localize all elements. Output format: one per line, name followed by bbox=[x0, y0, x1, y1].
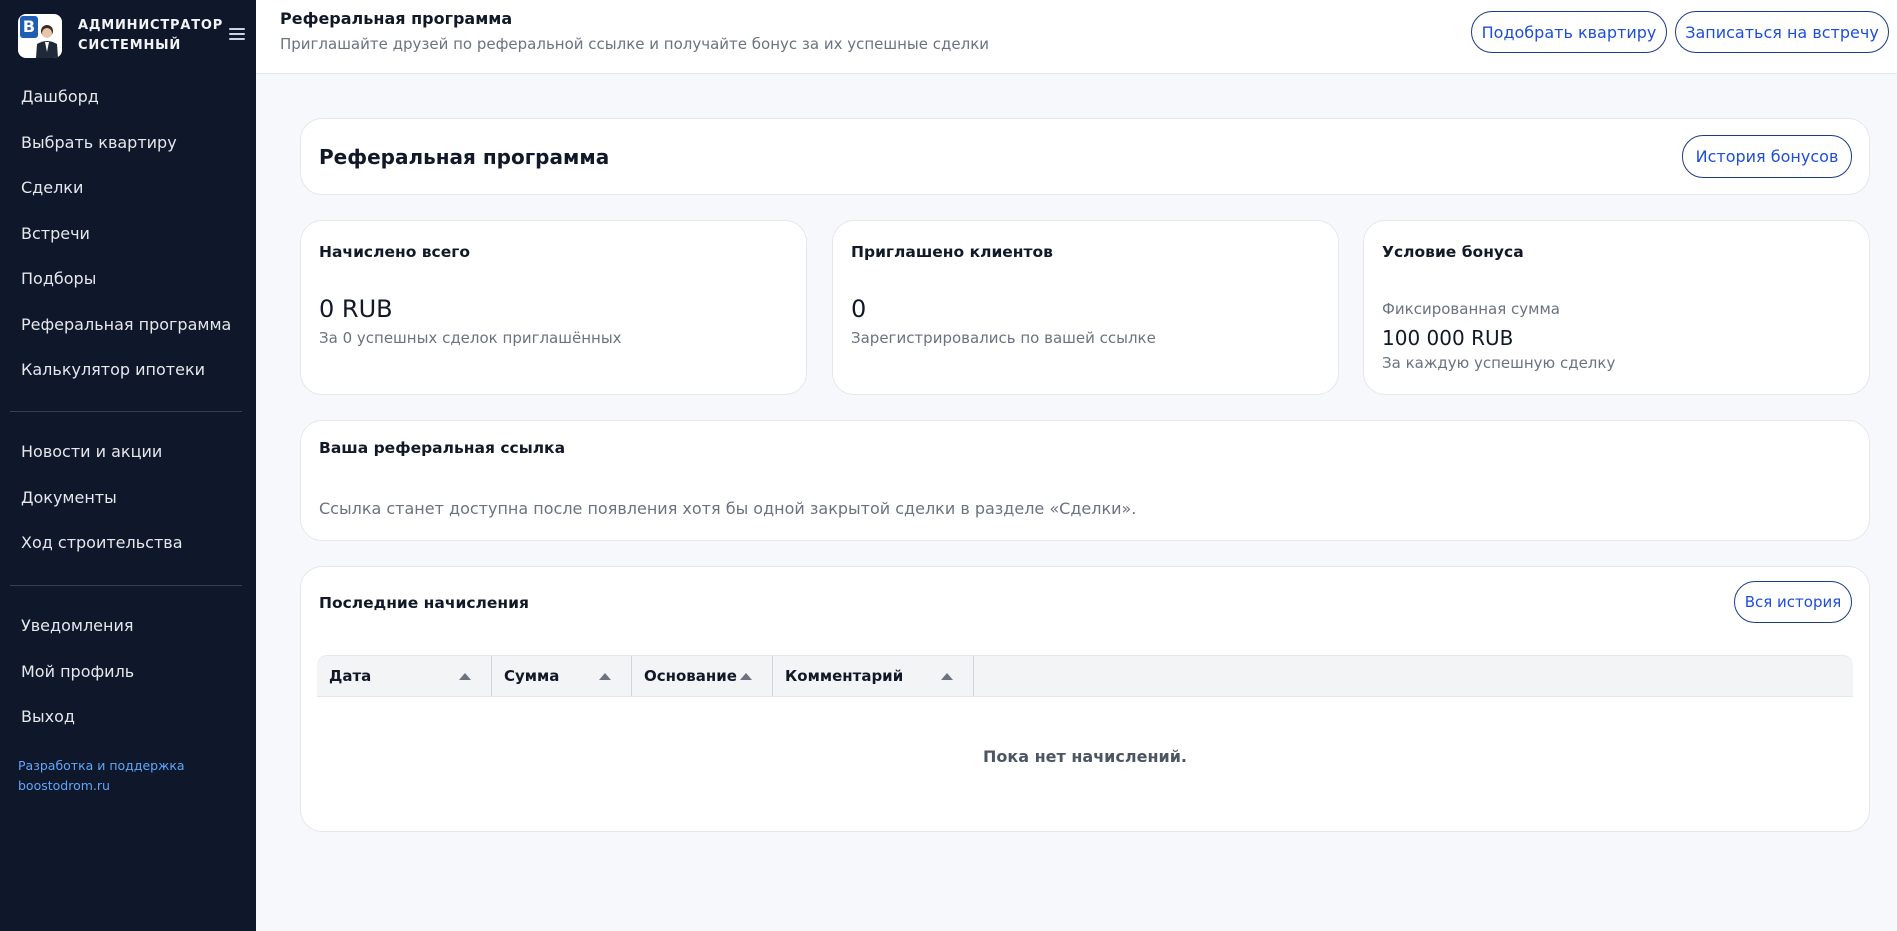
stat-note: За каждую успешную сделку bbox=[1382, 354, 1616, 372]
empty-state: Пока нет начислений. bbox=[982, 747, 1187, 766]
credits-link[interactable]: boostodrom.ru bbox=[18, 776, 185, 796]
user-name: АДМИНИСТРАТОР СИСТЕМНЫЙ bbox=[78, 18, 224, 53]
nav-logout[interactable]: Выход bbox=[0, 694, 256, 740]
pick-apartment-button[interactable]: Подобрать квартиру bbox=[1471, 11, 1667, 53]
table-header: Дата Сумма Основание Комментарий bbox=[317, 655, 1853, 697]
sort-asc-icon bbox=[599, 673, 611, 680]
stat-card-condition: Условие бонуса Фиксированная сумма 100 0… bbox=[1363, 220, 1870, 395]
recent-accruals-card: Последние начисления Вся история Дата Су… bbox=[300, 566, 1870, 832]
stat-label: Фиксированная сумма bbox=[1382, 300, 1560, 318]
stat-card-invited: Приглашено клиентов 0 Зарегистрировались… bbox=[832, 220, 1339, 395]
nav-documents[interactable]: Документы bbox=[0, 475, 256, 521]
section-title: Реферальная программа bbox=[319, 145, 610, 169]
credits[interactable]: Разработка и поддержка boostodrom.ru bbox=[18, 756, 185, 796]
nav-group-account: Уведомления Мой профиль Выход bbox=[0, 603, 256, 740]
nav-meetings[interactable]: Встречи bbox=[0, 211, 256, 257]
brand: B АДМИНИСТРАТОР СИСТЕМНЫЙ bbox=[18, 14, 224, 58]
nav-mortgage-calculator[interactable]: Калькулятор ипотеки bbox=[0, 347, 256, 393]
all-history-button[interactable]: Вся история bbox=[1734, 581, 1852, 623]
stat-value: 0 bbox=[851, 295, 867, 323]
link-message: Ссылка станет доступна после появления х… bbox=[319, 499, 1137, 518]
sidebar-divider bbox=[10, 585, 242, 586]
column-comment[interactable]: Комментарий bbox=[773, 656, 974, 696]
nav-dashboard[interactable]: Дашборд bbox=[0, 74, 256, 120]
sort-asc-icon bbox=[941, 673, 953, 680]
accruals-table: Дата Сумма Основание Комментарий Пока не… bbox=[317, 655, 1853, 766]
stat-title: Приглашено клиентов bbox=[851, 243, 1053, 261]
nav-group-main: Дашборд Выбрать квартиру Сделки Встречи … bbox=[0, 74, 256, 393]
nav-news[interactable]: Новости и акции bbox=[0, 429, 256, 475]
topbar: Реферальная программа Приглашайте друзей… bbox=[256, 0, 1897, 74]
referral-header-card: Реферальная программа История бонусов bbox=[300, 118, 1870, 195]
nav-deals[interactable]: Сделки bbox=[0, 165, 256, 211]
sort-asc-icon bbox=[459, 673, 471, 680]
column-basis[interactable]: Основание bbox=[632, 656, 773, 696]
link-title: Ваша реферальная ссылка bbox=[319, 439, 566, 457]
stat-note: Зарегистрировались по вашей ссылке bbox=[851, 329, 1156, 347]
stat-note: За 0 успешных сделок приглашённых bbox=[319, 329, 622, 347]
stat-title: Начислено всего bbox=[319, 243, 470, 261]
sidebar-divider bbox=[10, 411, 242, 412]
avatar: B bbox=[18, 14, 62, 58]
sort-asc-icon bbox=[740, 673, 752, 680]
stat-card-accrued: Начислено всего 0 RUB За 0 успешных сдел… bbox=[300, 220, 807, 395]
menu-toggle-icon[interactable] bbox=[229, 28, 245, 40]
stat-value: 0 RUB bbox=[319, 295, 393, 323]
stat-title: Условие бонуса bbox=[1382, 243, 1524, 261]
stat-value: 100 000 RUB bbox=[1382, 326, 1514, 350]
sidebar: B АДМИНИСТРАТОР СИСТЕМНЫЙ Дашборд Выбрат… bbox=[0, 0, 256, 931]
nav-construction[interactable]: Ход строительства bbox=[0, 520, 256, 566]
column-filler bbox=[974, 656, 1853, 696]
nav-referral[interactable]: Реферальная программа bbox=[0, 302, 256, 348]
credits-text: Разработка и поддержка bbox=[18, 758, 185, 773]
nav-selections[interactable]: Подборы bbox=[0, 256, 256, 302]
column-amount[interactable]: Сумма bbox=[492, 656, 632, 696]
nav-notifications[interactable]: Уведомления bbox=[0, 603, 256, 649]
column-label: Основание bbox=[644, 667, 737, 685]
book-meeting-button[interactable]: Записаться на встречу bbox=[1675, 11, 1889, 53]
column-label: Комментарий bbox=[785, 667, 904, 685]
column-label: Дата bbox=[329, 667, 372, 685]
page-title: Реферальная программа bbox=[280, 9, 513, 28]
column-date[interactable]: Дата bbox=[317, 656, 492, 696]
nav-profile[interactable]: Мой профиль bbox=[0, 649, 256, 695]
nav-choose-apartment[interactable]: Выбрать квартиру bbox=[0, 120, 256, 166]
page-subtitle: Приглашайте друзей по реферальной ссылке… bbox=[280, 35, 990, 53]
nav-group-info: Новости и акции Документы Ход строительс… bbox=[0, 429, 256, 566]
column-label: Сумма bbox=[504, 667, 560, 685]
referral-link-card: Ваша реферальная ссылка Ссылка станет до… bbox=[300, 420, 1870, 541]
person-icon bbox=[36, 25, 58, 58]
bonus-history-button[interactable]: История бонусов bbox=[1682, 135, 1852, 178]
recent-title: Последние начисления bbox=[319, 594, 529, 612]
